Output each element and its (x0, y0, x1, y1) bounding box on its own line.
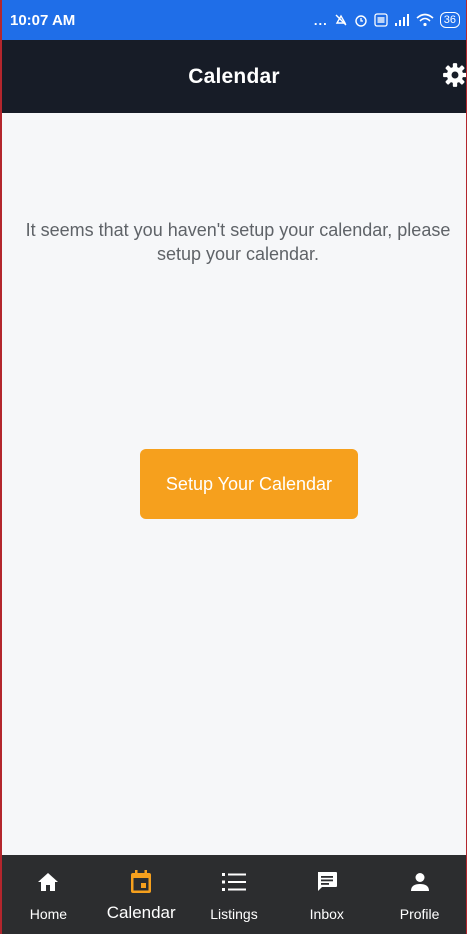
nav-item-home[interactable]: Home (2, 855, 95, 934)
more-notifications-icon: ... (313, 12, 328, 28)
signal-icon (394, 14, 409, 26)
app-screen: 10:07 AM ... 36 Calendar It seems that y… (0, 0, 467, 934)
app-bar: Calendar (2, 40, 466, 113)
nav-item-label: Profile (399, 906, 440, 922)
nav-item-calendar[interactable]: Calendar (95, 855, 188, 934)
volte-icon (374, 13, 388, 27)
alarm-icon (355, 15, 367, 27)
status-bar: 10:07 AM ... 36 (2, 0, 466, 40)
home-icon (35, 869, 61, 895)
message-icon (314, 869, 340, 895)
gear-icon (443, 63, 466, 87)
nav-item-label: Home (29, 906, 68, 922)
nav-item-listings[interactable]: Listings (188, 855, 281, 934)
page-title: Calendar (188, 64, 280, 88)
nav-item-profile[interactable]: Profile (373, 855, 466, 934)
mute-icon (335, 14, 347, 26)
settings-button[interactable] (440, 60, 466, 90)
status-time: 10:07 AM (10, 11, 76, 29)
battery-indicator: 36 (439, 12, 460, 28)
status-icons: ... 36 (314, 12, 460, 28)
nav-item-inbox[interactable]: Inbox (280, 855, 373, 934)
wifi-icon (416, 13, 434, 27)
calendar-icon (128, 869, 154, 895)
list-icon (221, 869, 247, 895)
nav-item-label: Listings (210, 906, 258, 922)
person-icon (407, 869, 433, 895)
nav-item-label: Inbox (309, 906, 344, 922)
setup-calendar-button[interactable]: Setup Your Calendar (140, 449, 358, 519)
bottom-navigation: Home Calendar Listings Inbox Profile (2, 855, 466, 934)
nav-item-label: Calendar (106, 903, 176, 922)
empty-calendar-message: It seems that you haven't setup your cal… (25, 220, 451, 264)
